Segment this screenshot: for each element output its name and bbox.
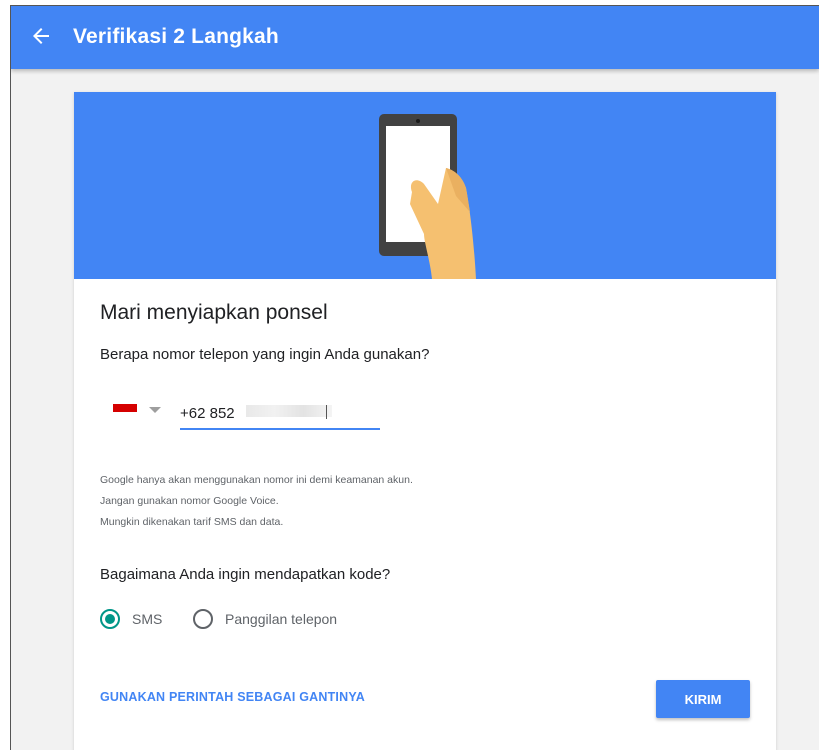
note-security: Google hanya akan menggunakan nomor ini … — [100, 474, 413, 486]
window: Verifikasi 2 Langkah Mari menyiapkan pon… — [10, 5, 819, 750]
phone-question: Berapa nomor telepon yang ingin Anda gun… — [100, 346, 430, 363]
setup-heading: Mari menyiapkan ponsel — [100, 301, 328, 324]
send-button[interactable]: KIRIM — [656, 680, 750, 718]
redacted-digits — [246, 405, 332, 417]
radio-phone-call-label: Panggilan telepon — [225, 611, 338, 627]
phone-in-hand-illustration — [379, 114, 476, 279]
radio-unchecked-icon[interactable] — [193, 609, 213, 629]
radio-sms[interactable]: SMS — [100, 608, 162, 630]
note-google-voice: Jangan gunakan nomor Google Voice. — [100, 495, 279, 507]
note-sms-charges: Mungkin dikenakan tarif SMS dan data. — [100, 516, 284, 528]
phone-notes: Google hanya akan menggunakan nomor ini … — [100, 470, 413, 533]
radio-phone-call[interactable]: Panggilan telepon — [193, 608, 337, 630]
chevron-down-icon[interactable] — [149, 407, 161, 413]
setup-card: Mari menyiapkan ponsel Berapa nomor tele… — [74, 92, 776, 750]
app-bar: Verifikasi 2 Langkah — [11, 6, 819, 69]
use-prompt-link[interactable]: GUNAKAN PERINTAH SEBAGAI GANTINYA — [100, 690, 365, 704]
radio-sms-label: SMS — [132, 611, 163, 627]
indonesia-flag-icon[interactable] — [113, 404, 137, 420]
arrow-back-icon[interactable] — [29, 24, 53, 48]
radio-checked-icon[interactable] — [100, 609, 120, 629]
text-cursor — [326, 405, 327, 419]
page-title: Verifikasi 2 Langkah — [73, 25, 279, 48]
code-question: Bagaimana Anda ingin mendapatkan kode? — [100, 566, 391, 583]
hero-banner — [74, 92, 776, 279]
